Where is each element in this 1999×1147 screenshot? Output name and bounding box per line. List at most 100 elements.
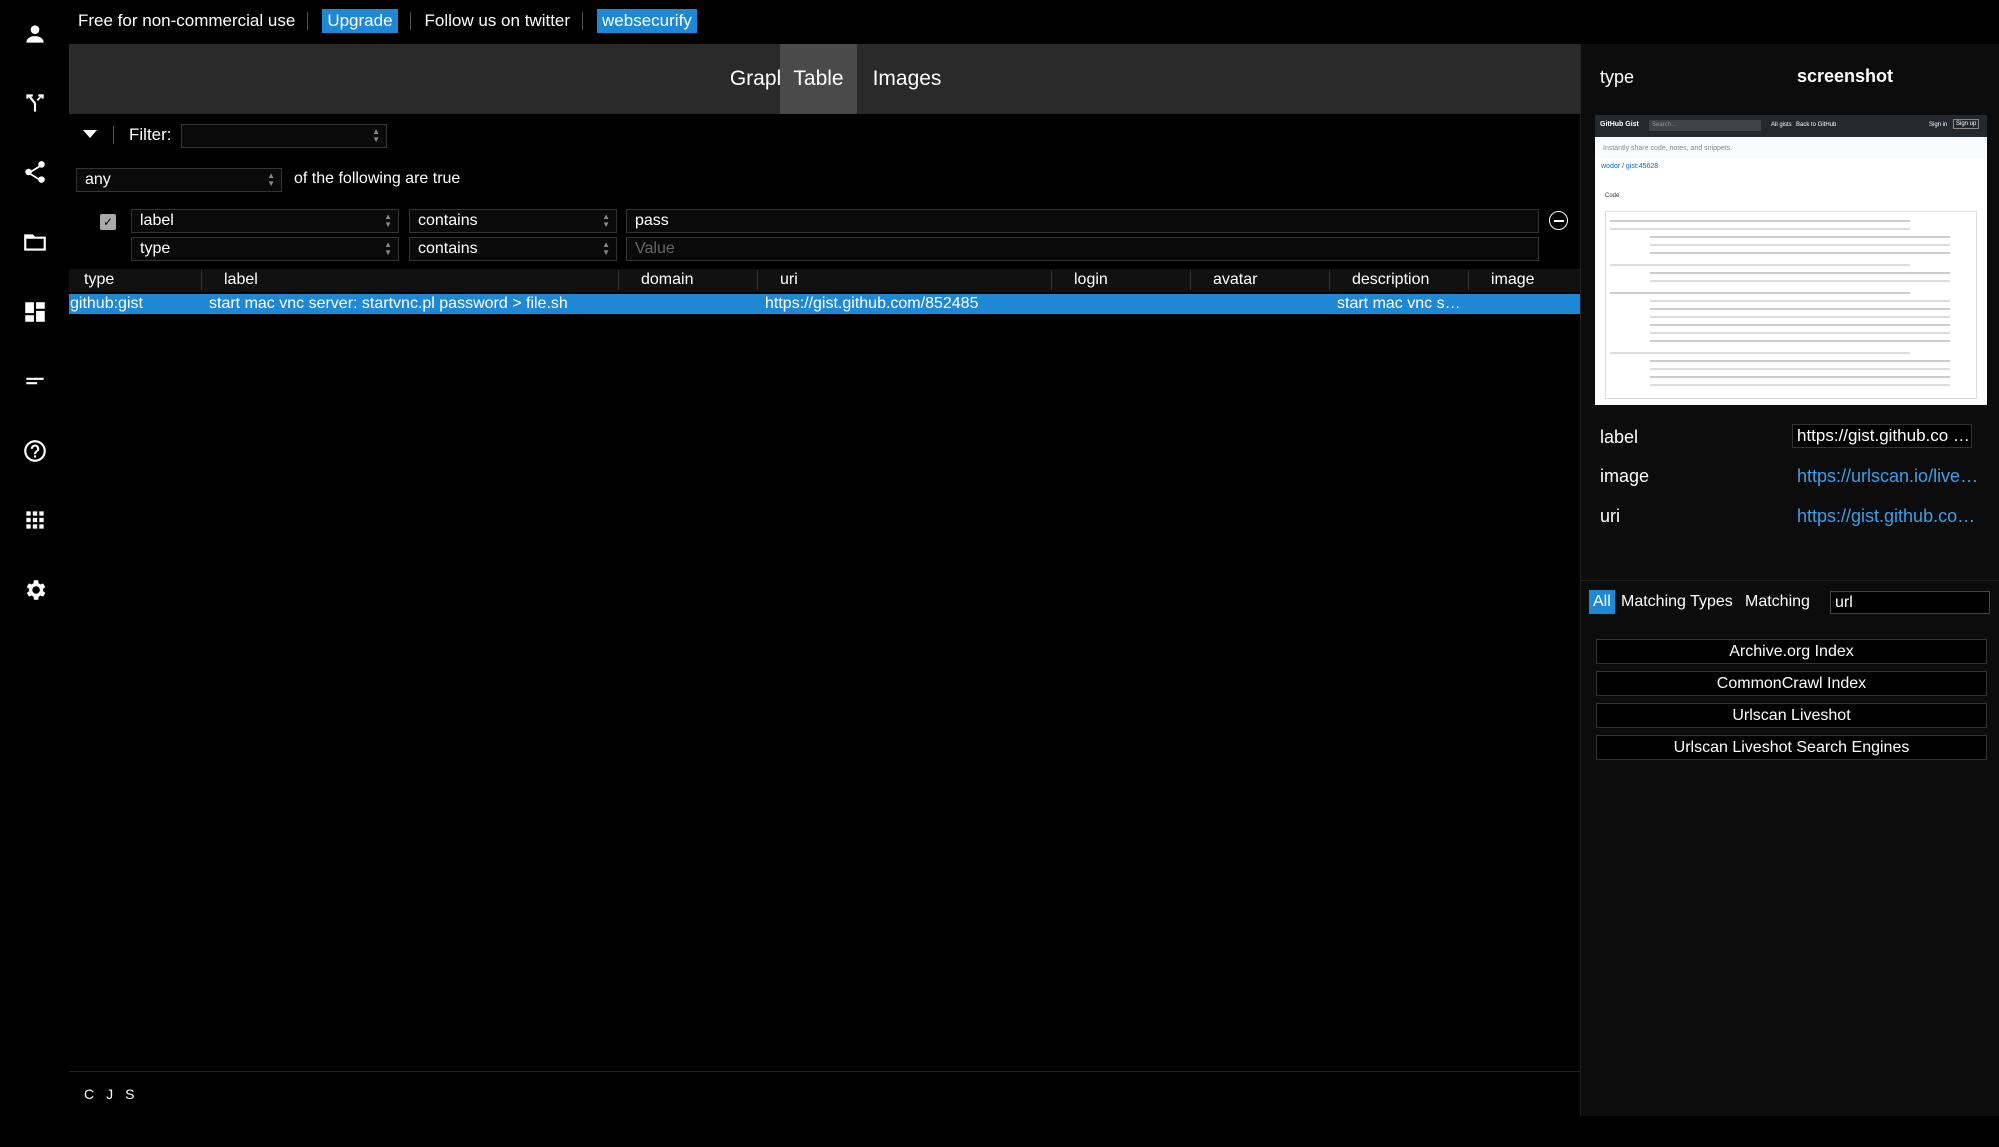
column-divider[interactable] [1190,270,1191,290]
divider [582,12,584,30]
column-header-uri[interactable]: uri [780,271,798,289]
preview-gist-header: GitHub Gist Search… All gists Back to Gi… [1595,115,1987,137]
remove-rule-icon[interactable] [1549,211,1568,230]
rule-value-input[interactable]: Value [626,237,1539,261]
person-icon [26,25,44,43]
preview-title: wodor / gist:45628 [1601,163,1659,170]
preview-tagline: Instantly share code, notes, and snippet… [1603,145,1733,152]
rule-field-select[interactable]: type ▲ ▼ [131,237,399,261]
preview-brand: GitHub Gist [1600,121,1639,128]
preview-sign-up: Sign up [1953,119,1980,129]
rule-operator-select[interactable]: contains ▲ ▼ [409,209,617,233]
column-header-description[interactable]: description [1352,271,1429,289]
detail-key-type: type [1600,67,1635,87]
preview-nav-gists: All gists [1771,122,1792,128]
spinner-icon: ▲ ▼ [602,240,610,257]
column-divider[interactable] [618,270,619,290]
follow-text: Follow us on twitter [424,11,571,30]
footer-link-s[interactable]: S [125,1086,134,1102]
detail-link-image[interactable]: https://urlscan.io/live… [1797,466,1987,487]
rules-checkbox[interactable]: ✓ [100,214,116,230]
rule-field-value: type [140,240,171,257]
rule-value-placeholder: Value [635,240,675,257]
sidebar-transforms[interactable] [15,83,55,123]
footer-link-c[interactable]: C [84,1086,94,1102]
spinner-icon: ▲ ▼ [602,212,610,229]
spinner-icon: ▲ ▼ [267,171,275,188]
cell-type: github:gist [70,295,143,312]
column-divider[interactable] [1329,270,1330,290]
detail-value-type: screenshot [1797,66,1894,86]
transform-commoncrawl[interactable]: CommonCrawl Index [1596,671,1987,696]
cell-uri: https://gist.github.com/852485 [765,295,979,312]
preview-code-lines [1610,220,1910,222]
cell-label: start mac vnc server: startvnc.pl passwo… [209,295,568,312]
column-header-login[interactable]: login [1074,271,1108,289]
sidebar-help[interactable] [15,431,55,471]
upgrade-button[interactable]: Upgrade [322,9,398,33]
dashboard-icon [25,302,45,322]
transform-urlscan-liveshot-search[interactable]: Urlscan Liveshot Search Engines [1596,735,1987,760]
column-header-domain[interactable]: domain [641,271,693,289]
preview-file-tab: Code [1605,193,1620,199]
column-header-type[interactable]: type [84,271,114,289]
transform-search-input[interactable]: url [1830,591,1990,614]
column-divider[interactable] [1468,270,1469,290]
table-row[interactable]: github:gist start mac vnc server: startv… [69,294,1580,314]
transform-filter-matching[interactable]: Matching . [1745,590,1809,614]
apps-icon [26,511,44,529]
rule-value-text: pass [635,212,669,229]
match-mode-select[interactable]: any ▲ ▼ [76,168,282,192]
view-tabs: Graph Table Images [69,44,1580,114]
sidebar-share[interactable] [15,152,55,192]
screenshot-preview[interactable]: GitHub Gist Search… All gists Back to Gi… [1595,115,1987,405]
column-header-label[interactable]: label [224,271,258,289]
rule-value-input[interactable]: pass [626,209,1539,233]
column-divider[interactable] [757,270,758,290]
divider [113,126,114,144]
match-suffix: of the following are true [294,170,461,187]
tab-table[interactable]: Table [780,44,857,114]
column-header-image[interactable]: image [1491,271,1535,289]
detail-value-label[interactable]: https://gist.github.co … [1792,424,1972,448]
column-divider[interactable] [201,270,202,290]
folder-icon [24,234,46,251]
spinner-icon: ▲ ▼ [384,212,392,229]
spinner-icon: ▲ ▼ [384,240,392,257]
sidebar-apps[interactable] [15,500,55,540]
spinner-icon: ▲ ▼ [372,127,380,144]
column-divider[interactable] [1051,270,1052,290]
share-icon [25,161,45,183]
sidebar-settings[interactable] [15,570,55,610]
transform-urlscan-liveshot[interactable]: Urlscan Liveshot [1596,703,1987,728]
match-mode-value: any [85,171,111,188]
preview-tagline-bar: Instantly share code, notes, and snippet… [1595,137,1987,159]
filter-input[interactable]: ▲ ▼ [181,124,387,148]
short-text-icon [26,377,44,385]
rule-field-select[interactable]: label ▲ ▼ [131,209,399,233]
column-header-avatar[interactable]: avatar [1213,271,1257,289]
sidebar-profile[interactable] [15,14,55,54]
footer-link-j[interactable]: J [106,1086,113,1102]
twitter-link-button[interactable]: websecurify [597,9,697,33]
details-panel: type screenshot GitHub Gist Search… All … [1580,44,1999,1116]
detail-key-label: label [1600,427,1639,447]
rule-operator-select[interactable]: contains ▲ ▼ [409,237,617,261]
transform-filter-all[interactable]: All [1589,590,1615,614]
filter-label: Filter: [129,125,172,144]
cell-description: start mac vnc s… [1337,295,1461,312]
top-bar: Free for non-commercial use Upgrade Foll… [69,0,1999,42]
sidebar [0,0,69,1147]
license-text: Free for non-commercial use [78,11,296,30]
sidebar-dashboard[interactable] [15,292,55,332]
tab-images[interactable]: Images [857,44,957,114]
sidebar-folder[interactable] [15,222,55,262]
transform-archive-org[interactable]: Archive.org Index [1596,639,1987,664]
preview-code-box [1605,211,1977,399]
collapse-toggle-icon[interactable] [83,130,97,138]
detail-link-uri[interactable]: https://gist.github.co… [1797,506,1987,527]
sidebar-text[interactable] [15,361,55,401]
transform-filter-matching-types[interactable]: Matching Types [1621,590,1733,614]
preview-nav-back: Back to GitHub [1796,122,1837,128]
rule-operator-value: contains [418,212,478,229]
